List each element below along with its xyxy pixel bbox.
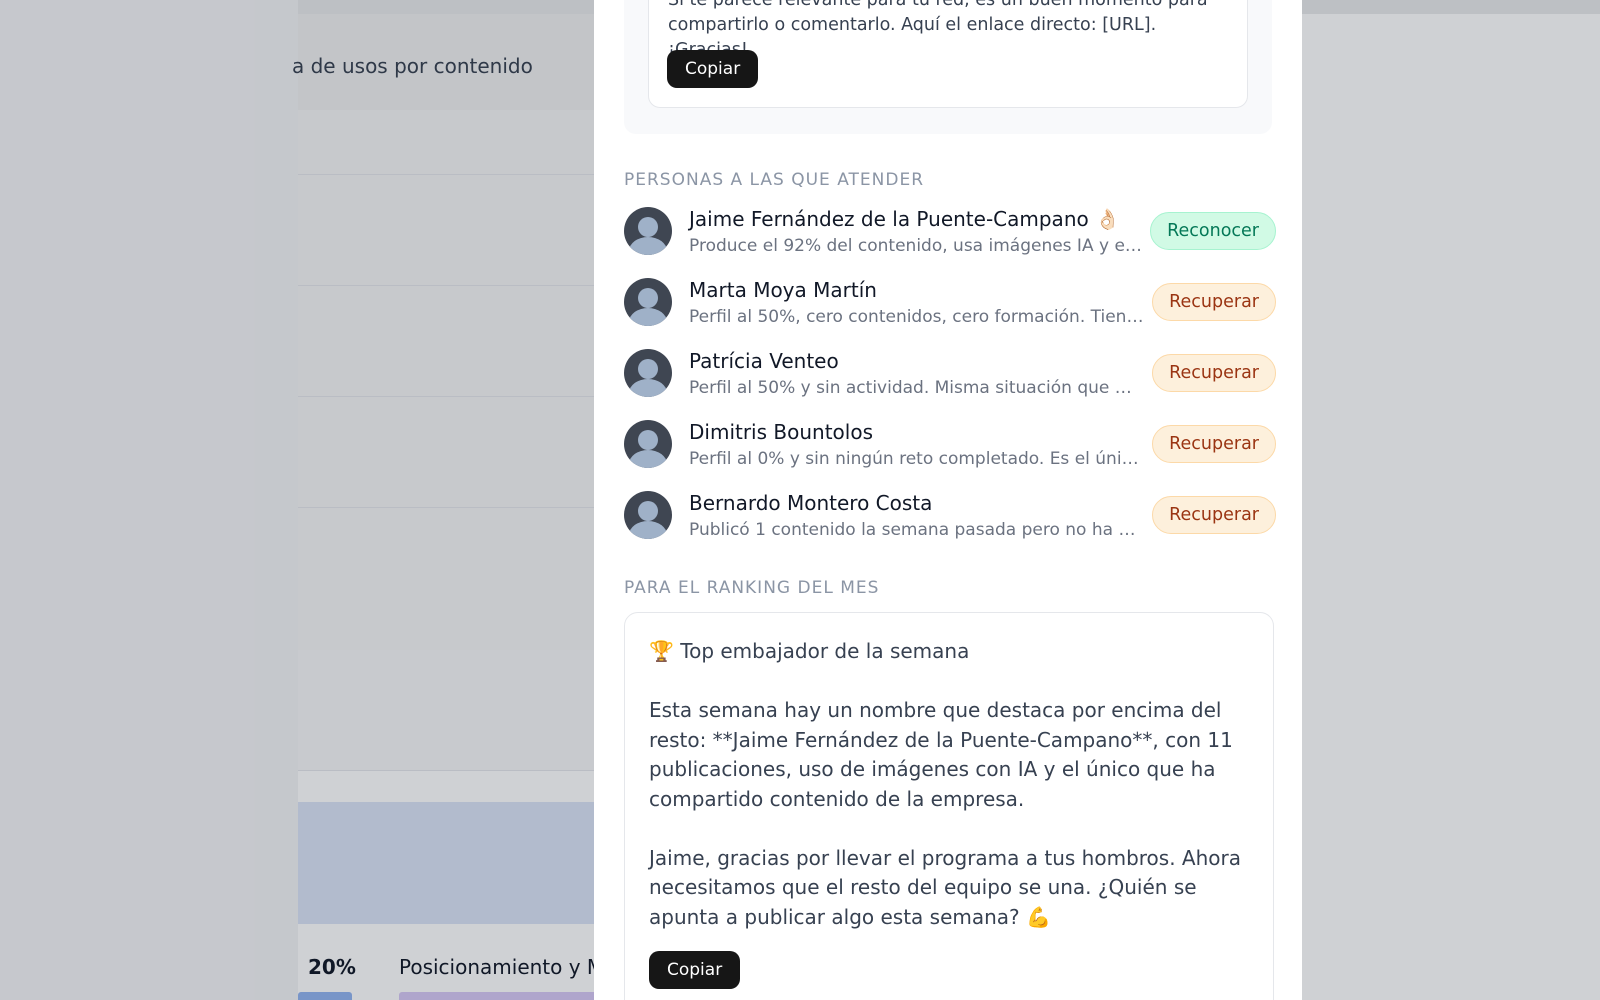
ranking-card: 🏆 Top embajador de la semana Esta semana… xyxy=(624,612,1274,1000)
message-section: Si te parece relevante para tu red, es u… xyxy=(624,0,1272,134)
message-card: Si te parece relevante para tu red, es u… xyxy=(648,0,1248,108)
person-row: Dimitris Bountolos Perfil al 0% y sin ni… xyxy=(624,420,1276,472)
person-row: Patrícia Venteo Perfil al 50% y sin acti… xyxy=(624,349,1276,401)
person-row: Jaime Fernández de la Puente-Campano 👌🏻 … xyxy=(624,207,1276,259)
avatar xyxy=(624,420,672,468)
side-drawer: Si te parece relevante para tu red, es u… xyxy=(594,0,1302,1000)
avatar xyxy=(624,349,672,397)
recuperar-button[interactable]: Recuperar xyxy=(1152,354,1276,392)
person-name: Dimitris Bountolos xyxy=(689,420,873,444)
person-name: Bernardo Montero Costa xyxy=(689,491,933,515)
person-description: Produce el 92% del contenido, usa imágen… xyxy=(689,236,1144,256)
people-section-label: PERSONAS A LAS QUE ATENDER xyxy=(624,170,925,190)
avatar xyxy=(624,278,672,326)
person-description: Perfil al 50%, cero contenidos, cero for… xyxy=(689,307,1144,327)
recuperar-button[interactable]: Recuperar xyxy=(1152,283,1276,321)
recuperar-button[interactable]: Recuperar xyxy=(1152,425,1276,463)
person-name: Jaime Fernández de la Puente-Campano 👌🏻 xyxy=(689,207,1120,231)
avatar xyxy=(624,491,672,539)
reconocer-button[interactable]: Reconocer xyxy=(1150,212,1276,250)
ranking-section-label: PARA EL RANKING DEL MES xyxy=(624,578,880,598)
avatar xyxy=(624,207,672,255)
recuperar-button[interactable]: Recuperar xyxy=(1152,496,1276,534)
person-description: Perfil al 50% y sin actividad. Misma sit… xyxy=(689,378,1144,398)
person-name: Patrícia Venteo xyxy=(689,349,839,373)
person-description: Perfil al 0% y sin ningún reto completad… xyxy=(689,449,1144,469)
person-description: Publicó 1 contenido la semana pasada per… xyxy=(689,520,1144,540)
person-name: Marta Moya Martín xyxy=(689,278,877,302)
copy-message-button[interactable]: Copiar xyxy=(667,50,759,88)
person-row: Bernardo Montero Costa Publicó 1 conteni… xyxy=(624,491,1276,543)
person-row: Marta Moya Martín Perfil al 50%, cero co… xyxy=(624,278,1276,330)
copy-ranking-button[interactable]: Copiar xyxy=(649,951,741,989)
ranking-message-text: 🏆 Top embajador de la semana Esta semana… xyxy=(649,639,1242,929)
